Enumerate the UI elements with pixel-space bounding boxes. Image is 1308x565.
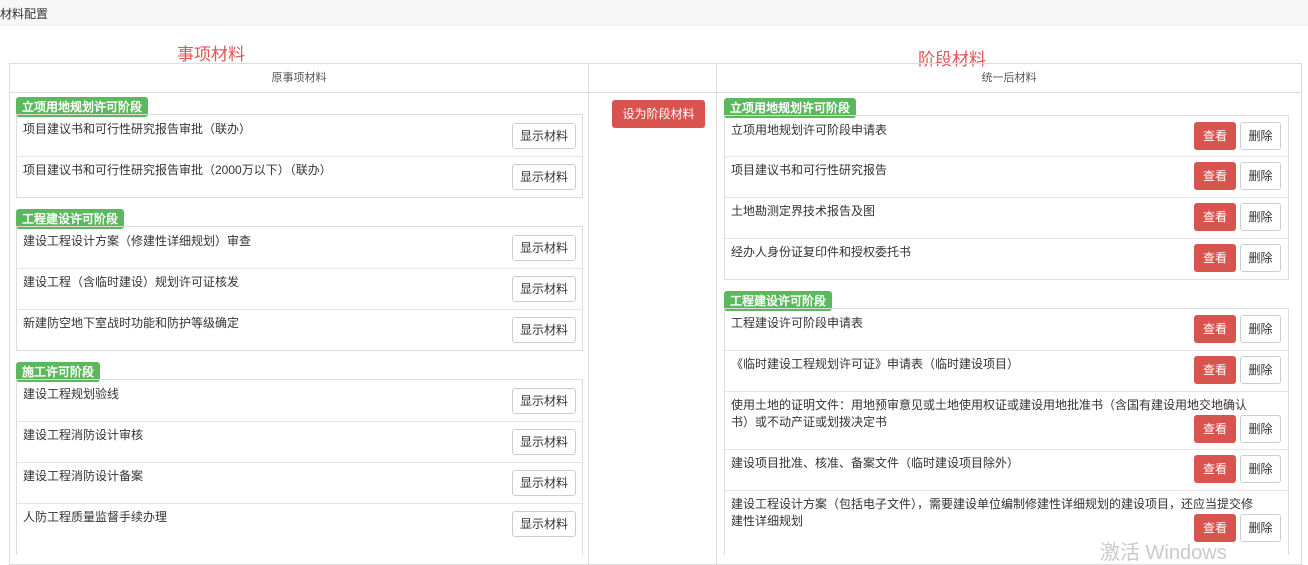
delete-button[interactable]: 删除 — [1240, 455, 1281, 483]
item-label: 新建防空地下室战时功能和防护等级确定 — [23, 316, 240, 330]
list-item: 建设工程设计方案（修建性详细规划）审查 显示材料 — [17, 227, 582, 269]
list-item: 工程建设许可阶段申请表 查看 删除 — [725, 309, 1288, 351]
item-label: 人防工程质量监督手续办理 — [23, 510, 168, 524]
windows-activation-watermark: 激活 Windows — [1100, 542, 1227, 564]
list-item: 项目建议书和可行性研究报告审批（联办） 显示材料 — [17, 115, 582, 157]
right-group-list: 工程建设许可阶段申请表 查看 删除 《临时建设工程规划许可证》申请表（临时建设项… — [724, 308, 1289, 555]
list-item: 建设项目批准、核准、备案文件（临时建设项目除外） 查看 删除 — [725, 449, 1288, 491]
item-label: 建设工程设计方案（包括电子文件），需要建设单位编制修建性详细规划的建设项目，还应… — [731, 497, 1254, 528]
show-material-button[interactable]: 显示材料 — [512, 317, 576, 343]
item-label: 建设工程规划验线 — [23, 387, 120, 401]
delete-button[interactable]: 删除 — [1240, 122, 1281, 150]
delete-button[interactable]: 删除 — [1240, 203, 1281, 231]
page-title: 材料配置 — [0, 7, 49, 21]
left-group-list: 建设工程设计方案（修建性详细规划）审查 显示材料 建设工程（含临时建设）规划许可… — [16, 226, 583, 351]
column-divider — [588, 64, 589, 564]
list-item: 建设工程（含临时建设）规划许可证核发 显示材料 — [17, 268, 582, 310]
item-label: 建设工程（含临时建设）规划许可证核发 — [23, 275, 240, 289]
delete-button[interactable]: 删除 — [1240, 514, 1281, 542]
right-column-header: 统一后材料 — [717, 64, 1301, 93]
delete-button[interactable]: 删除 — [1240, 244, 1281, 272]
right-group-list: 立项用地规划许可阶段申请表 查看 删除 项目建议书和可行性研究报告 查看 删除 … — [724, 115, 1289, 280]
item-label: 经办人身份证复印件和授权委托书 — [731, 245, 912, 259]
list-item: 经办人身份证复印件和授权委托书 查看 删除 — [725, 238, 1288, 279]
show-material-button[interactable]: 显示材料 — [512, 164, 576, 190]
view-button[interactable]: 查看 — [1194, 455, 1236, 483]
item-label: 项目建议书和可行性研究报告 — [731, 163, 888, 177]
view-button[interactable]: 查看 — [1194, 162, 1236, 190]
show-material-button[interactable]: 显示材料 — [512, 276, 576, 302]
list-item: 建设工程消防设计审核 显示材料 — [17, 421, 582, 463]
delete-button[interactable]: 删除 — [1240, 315, 1281, 343]
list-item: 《临时建设工程规划许可证》申请表（临时建设项目） 查看 删除 — [725, 350, 1288, 392]
delete-button[interactable]: 删除 — [1240, 415, 1281, 443]
show-material-button[interactable]: 显示材料 — [512, 511, 576, 537]
show-material-button[interactable]: 显示材料 — [512, 470, 576, 496]
show-material-button[interactable]: 显示材料 — [512, 235, 576, 261]
left-group-list: 建设工程规划验线 显示材料 建设工程消防设计审核 显示材料 建设工程消防设计备案… — [16, 379, 583, 555]
list-item: 人防工程质量监督手续办理 显示材料 — [17, 503, 582, 544]
item-label: 土地勘测定界技术报告及图 — [731, 204, 876, 218]
list-item: 土地勘测定界技术报告及图 查看 删除 — [725, 197, 1288, 239]
top-bar: 材料配置 — [0, 0, 1308, 26]
left-annotation: 事项材料 — [177, 45, 245, 65]
list-item: 项目建议书和可行性研究报告 查看 删除 — [725, 156, 1288, 198]
show-material-button[interactable]: 显示材料 — [512, 123, 576, 149]
view-button[interactable]: 查看 — [1194, 415, 1236, 443]
column-divider — [716, 64, 717, 564]
view-button[interactable]: 查看 — [1194, 356, 1236, 384]
list-item: 建设工程规划验线 显示材料 — [17, 380, 582, 422]
list-item: 使用土地的证明文件：用地预审意见或土地使用权证或建设用地批准书（含国有建设用地交… — [725, 391, 1288, 450]
delete-button[interactable]: 删除 — [1240, 162, 1281, 190]
list-item: 项目建议书和可行性研究报告审批（2000万以下）（联办） 显示材料 — [17, 156, 582, 197]
list-item: 建设工程消防设计备案 显示材料 — [17, 462, 582, 504]
show-material-button[interactable]: 显示材料 — [512, 429, 576, 455]
show-material-button[interactable]: 显示材料 — [512, 388, 576, 414]
left-group-list: 项目建议书和可行性研究报告审批（联办） 显示材料 项目建议书和可行性研究报告审批… — [16, 114, 583, 198]
item-label: 使用土地的证明文件：用地预审意见或土地使用权证或建设用地批准书（含国有建设用地交… — [731, 398, 1248, 429]
set-stage-material-button[interactable]: 设为阶段材料 — [612, 100, 705, 128]
view-button[interactable]: 查看 — [1194, 122, 1236, 150]
delete-button[interactable]: 删除 — [1240, 356, 1281, 384]
list-item: 新建防空地下室战时功能和防护等级确定 显示材料 — [17, 309, 582, 350]
item-label: 建设工程消防设计备案 — [23, 469, 144, 483]
middle-column-header — [589, 64, 716, 93]
item-label: 项目建议书和可行性研究报告审批（2000万以下）（联办） — [23, 163, 332, 177]
list-item: 立项用地规划许可阶段申请表 查看 删除 — [725, 116, 1288, 157]
view-button[interactable]: 查看 — [1194, 203, 1236, 231]
item-label: 工程建设许可阶段申请表 — [731, 316, 864, 330]
view-button[interactable]: 查看 — [1194, 315, 1236, 343]
item-label: 建设工程设计方案（修建性详细规划）审查 — [23, 234, 252, 248]
item-label: 立项用地规划许可阶段申请表 — [731, 123, 888, 137]
item-label: 建设项目批准、核准、备案文件（临时建设项目除外） — [731, 456, 1020, 470]
item-label: 《临时建设工程规划许可证》申请表（临时建设项目） — [731, 357, 1020, 371]
view-button[interactable]: 查看 — [1194, 244, 1236, 272]
item-label: 项目建议书和可行性研究报告审批（联办） — [23, 122, 252, 136]
item-label: 建设工程消防设计审核 — [23, 428, 144, 442]
left-column-header: 原事项材料 — [10, 64, 588, 93]
